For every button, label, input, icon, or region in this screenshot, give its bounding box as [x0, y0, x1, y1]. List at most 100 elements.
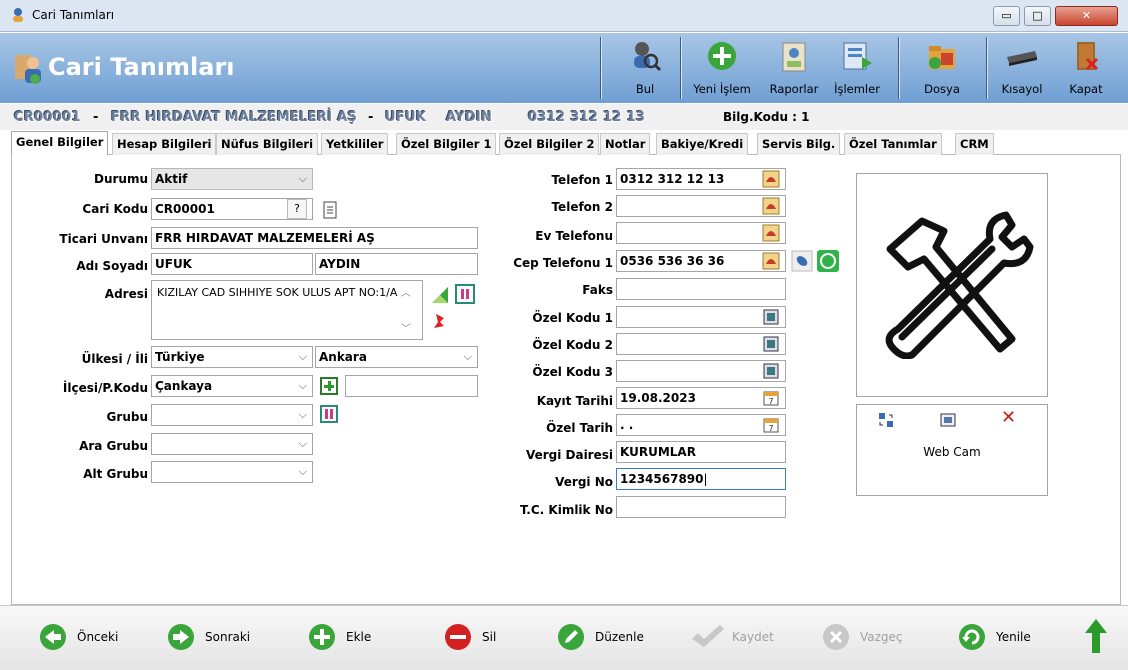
tab-nufus-bilgileri[interactable]: Nüfus Bilgileri [216, 133, 319, 155]
country-select[interactable]: Türkiye ⌵ [151, 346, 313, 368]
lower-group-select[interactable]: ⌵ [151, 461, 313, 483]
window-title: Cari Tanımları [32, 8, 115, 22]
ev-telefonu-label: Ev Telefonu [535, 229, 613, 243]
file-button[interactable]: Dosya [906, 33, 978, 103]
exit-button[interactable]: Kapat [1058, 33, 1114, 103]
reports-button[interactable]: Raporlar [764, 33, 824, 103]
last-name-input[interactable]: AYDIN [315, 253, 478, 275]
phone-dial-icon[interactable] [762, 252, 780, 270]
kayit-tarihi-label: Kayıt Tarihi [536, 394, 613, 408]
maximize-button[interactable]: □ [1024, 6, 1051, 26]
edit-pencil-icon [558, 624, 584, 650]
add-button[interactable]: Ekle [308, 623, 388, 653]
special-date-input[interactable]: . . [616, 414, 786, 436]
scroll-down-icon[interactable]: ﹀ [401, 320, 411, 335]
first-name-input[interactable]: UFUK [151, 253, 313, 275]
alt-grubu-label: Alt Grubu [83, 467, 148, 481]
delete-button[interactable]: Sil [444, 623, 514, 653]
tax-number-input[interactable]: 1234567890| [616, 468, 786, 490]
lookup-icon[interactable] [762, 308, 780, 326]
new-transaction-button[interactable]: Yeni İşlem [680, 33, 764, 103]
lookup-icon[interactable] [762, 335, 780, 353]
postal-code-input[interactable] [345, 375, 478, 397]
special-code2-input[interactable] [616, 333, 786, 355]
tab-ozel-bilgiler-1[interactable]: Özel Bilgiler 1 [396, 133, 497, 155]
ozel-tarih-label: Özel Tarih [546, 421, 613, 435]
info-bilg-code: Bilg.Kodu : 1 [723, 110, 810, 124]
cep-telefonu-label: Cep Telefonu 1 [513, 256, 613, 270]
district-select[interactable]: Çankaya ⌵ [151, 375, 313, 397]
tab-hesap-bilgileri[interactable]: Hesap Bilgileri [112, 133, 217, 155]
delete-circle-icon [445, 624, 471, 650]
info-surname: AYDIN [446, 110, 493, 125]
sms-icon[interactable] [791, 250, 813, 272]
arrow-up-icon[interactable] [1084, 618, 1108, 654]
code-help-button[interactable]: ? [287, 199, 307, 219]
customer-image[interactable] [856, 173, 1048, 397]
minimize-button[interactable]: ▭ [993, 6, 1020, 26]
tab-notlar[interactable]: Notlar [600, 133, 651, 155]
webcam-panel: ✕ Web Cam [856, 404, 1048, 496]
map-icon[interactable] [430, 285, 450, 305]
whatsapp-icon[interactable] [817, 250, 839, 272]
ozel-kodu2-label: Özel Kodu 2 [532, 338, 613, 352]
tc-kimlik-label: T.C. Kimlik No [519, 503, 613, 517]
phone-dial-icon[interactable] [762, 197, 780, 215]
pin-icon[interactable] [430, 312, 450, 332]
phone2-input[interactable] [616, 195, 786, 217]
telefon1-label: Telefon 1 [551, 173, 613, 187]
phone1-input[interactable]: 0312 312 12 13 [616, 168, 786, 190]
shortcut-button[interactable]: Kısayol [986, 33, 1058, 103]
home-phone-input[interactable] [616, 222, 786, 244]
ara-grubu-label: Ara Grubu [79, 439, 148, 453]
tab-genel-bilgiler[interactable]: Genel Bilgiler [11, 131, 109, 156]
tab-yetkililer[interactable]: Yetkililer [321, 133, 389, 155]
scroll-up-icon[interactable]: ︿ [401, 284, 411, 299]
close-button[interactable]: ✕ [1055, 6, 1118, 26]
subgroup-select[interactable]: ⌵ [151, 433, 313, 455]
national-id-input[interactable] [616, 496, 786, 518]
chevron-down-icon: ⌵ [298, 437, 307, 450]
barcode-icon[interactable] [455, 284, 475, 304]
tab-ozel-tanimlar[interactable]: Özel Tanımlar [844, 133, 942, 155]
tab-ozel-bilgiler-2[interactable]: Özel Bilgiler 2 [499, 133, 600, 155]
tab-bakiye-kredi[interactable]: Bakiye/Kredi [656, 133, 749, 155]
city-select[interactable]: Ankara ⌵ [315, 346, 478, 368]
tab-servis-bilg[interactable]: Servis Bilg. [757, 133, 841, 155]
cancel-button[interactable]: Vazgeç [822, 623, 922, 653]
remove-image-icon[interactable]: ✕ [1001, 407, 1016, 428]
find-button[interactable]: Bul [610, 33, 680, 103]
calendar-icon[interactable]: 7 [762, 416, 780, 434]
swap-icon[interactable] [877, 411, 895, 429]
special-code1-input[interactable] [616, 306, 786, 328]
group-select[interactable]: ⌵ [151, 404, 313, 426]
tab-strip: Genel Bilgiler Hesap Bilgileri Nüfus Bil… [11, 131, 1121, 156]
add-district-icon[interactable] [320, 377, 338, 395]
ilce-pkodu-label: İlçesi/P.Kodu [62, 381, 148, 395]
tax-office-input[interactable]: KURUMLAR [616, 441, 786, 463]
address-textarea[interactable]: KIZILAY CAD SIHHIYE SOK ULUS APT NO:1/A [151, 280, 423, 340]
document-icon[interactable] [320, 200, 340, 220]
fax-input[interactable] [616, 278, 786, 300]
group-barcode-icon[interactable] [320, 405, 338, 423]
chevron-down-icon: ⌵ [463, 350, 472, 363]
edit-button[interactable]: Düzenle [557, 623, 657, 653]
camera-capture-icon[interactable] [939, 411, 957, 429]
operations-button[interactable]: İşlemler [826, 33, 888, 103]
status-select[interactable]: Aktif ⌵ [151, 168, 313, 190]
calendar-icon[interactable]: 7 [762, 389, 780, 407]
save-button[interactable]: Kaydet [690, 623, 790, 653]
previous-button[interactable]: Önceki [39, 623, 129, 653]
phone-dial-icon[interactable] [762, 224, 780, 242]
lookup-icon[interactable] [762, 362, 780, 380]
trade-name-input[interactable]: FRR HIRDAVAT MALZEMELERİ AŞ [151, 227, 478, 249]
tab-crm[interactable]: CRM [955, 133, 994, 155]
registration-date-input[interactable]: 19.08.2023 [616, 387, 786, 409]
faks-label: Faks [582, 283, 613, 297]
mobile-phone-input[interactable]: 0536 536 36 36 [616, 250, 786, 272]
phone-dial-icon[interactable] [762, 170, 780, 188]
refresh-button[interactable]: Yenile [958, 623, 1048, 653]
special-code3-input[interactable] [616, 360, 786, 382]
chevron-down-icon: ⌵ [298, 350, 307, 363]
next-button[interactable]: Sonraki [167, 623, 267, 653]
